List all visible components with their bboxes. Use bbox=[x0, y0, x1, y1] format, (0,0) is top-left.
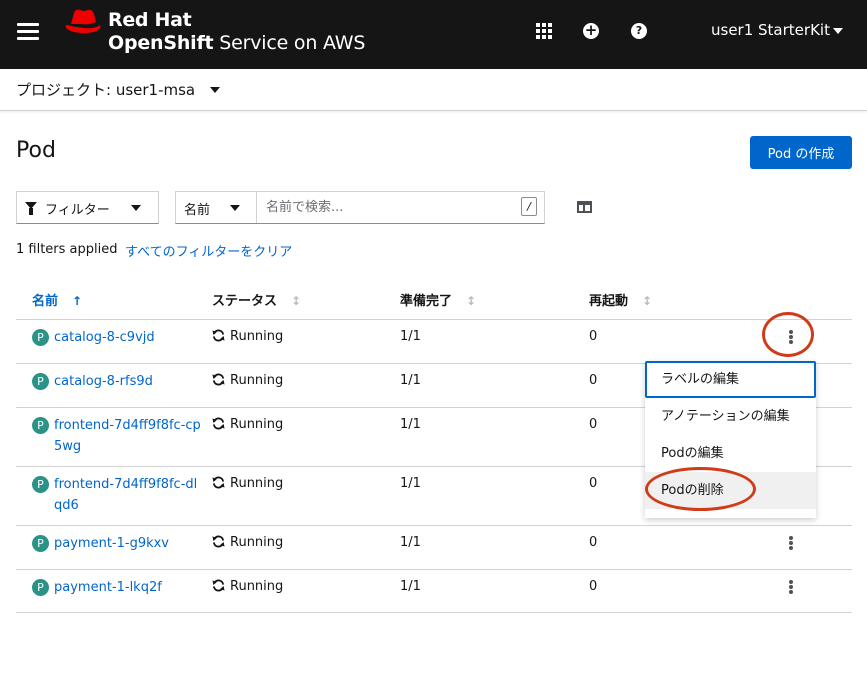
pod-name-link[interactable]: frontend-7d4ff9f8fc-cp5wg bbox=[54, 415, 204, 457]
hamburger-icon[interactable] bbox=[17, 21, 39, 41]
pod-status: Running bbox=[212, 476, 283, 491]
row-actions-menu: ラベルの編集 アノテーションの編集 Podの編集 Podの削除 bbox=[645, 361, 816, 518]
project-selector[interactable]: プロジェクト: user1-msa bbox=[16, 79, 195, 100]
pod-status-text: Running bbox=[230, 329, 284, 344]
create-pod-button[interactable]: Pod の作成 bbox=[750, 136, 852, 169]
sort-icon: ↕ bbox=[466, 294, 477, 308]
pod-ready: 1/1 bbox=[400, 329, 421, 344]
sync-icon bbox=[212, 476, 225, 489]
sync-icon bbox=[212, 373, 225, 386]
search-group: 名前 bbox=[175, 191, 545, 224]
pod-restarts: 0 bbox=[589, 535, 598, 550]
column-header-restarts[interactable]: 再起動 ↕ bbox=[589, 290, 652, 309]
menu-item-delete-pod[interactable]: Podの削除 bbox=[645, 472, 816, 509]
menu-item-edit-labels[interactable]: ラベルの編集 bbox=[645, 361, 816, 398]
clear-all-filters-link[interactable]: すべてのフィルターをクリア bbox=[125, 241, 292, 260]
manage-columns-icon[interactable] bbox=[577, 201, 592, 213]
user-menu[interactable]: user1 StarterKit bbox=[711, 21, 843, 39]
caret-down-icon[interactable] bbox=[210, 87, 220, 93]
pod-status-text: Running bbox=[230, 535, 284, 550]
pod-restarts: 0 bbox=[589, 476, 598, 491]
pod-name-link[interactable]: catalog-8-rfs9d bbox=[54, 371, 204, 392]
pod-ready: 1/1 bbox=[400, 579, 421, 594]
red-hat-logo bbox=[65, 9, 101, 33]
pod-status-text: Running bbox=[230, 417, 284, 432]
caret-down-icon bbox=[832, 27, 843, 34]
filter-dropdown[interactable]: フィルター bbox=[16, 191, 159, 224]
pod-ready: 1/1 bbox=[400, 535, 421, 550]
pod-resource-badge: P bbox=[32, 329, 49, 346]
user-name: user1 StarterKit bbox=[711, 21, 830, 39]
column-header-label: 名前 bbox=[32, 294, 59, 309]
kebab-menu-icon[interactable] bbox=[784, 327, 798, 347]
pod-status-text: Running bbox=[230, 579, 284, 594]
pod-resource-badge: P bbox=[32, 535, 49, 552]
pod-restarts: 0 bbox=[589, 417, 598, 432]
search-type-dropdown[interactable]: 名前 bbox=[176, 192, 257, 223]
kebab-menu-icon[interactable] bbox=[784, 533, 798, 553]
pod-name-link[interactable]: payment-1-lkq2f bbox=[54, 577, 204, 598]
brand-product-bold: OpenShift bbox=[108, 32, 214, 54]
caret-down-icon bbox=[230, 205, 240, 211]
pod-status: Running bbox=[212, 417, 283, 432]
sync-icon bbox=[212, 417, 225, 430]
sync-icon bbox=[212, 329, 225, 342]
sync-icon bbox=[212, 535, 225, 548]
row-divider bbox=[16, 319, 852, 320]
pod-resource-badge: P bbox=[32, 476, 49, 493]
masthead: Red Hat OpenShift Service on AWS + ? use… bbox=[0, 0, 867, 69]
pod-resource-badge: P bbox=[32, 579, 49, 596]
menu-item-edit-pod[interactable]: Podの編集 bbox=[645, 435, 816, 472]
sort-icon: ↕ bbox=[291, 294, 302, 308]
pod-name-link[interactable]: frontend-7d4ff9f8fc-dlqd6 bbox=[54, 474, 204, 516]
caret-down-icon bbox=[131, 205, 141, 211]
add-icon[interactable]: + bbox=[583, 23, 599, 39]
pod-restarts: 0 bbox=[589, 329, 598, 344]
pod-status: Running bbox=[212, 579, 283, 594]
kebab-menu-icon[interactable] bbox=[784, 577, 798, 597]
pod-ready: 1/1 bbox=[400, 417, 421, 432]
pod-resource-badge: P bbox=[32, 373, 49, 390]
sort-ascending-icon: ↑ bbox=[72, 294, 83, 308]
search-shortcut-hint: / bbox=[521, 197, 537, 216]
sync-icon bbox=[212, 579, 225, 592]
column-header-status[interactable]: ステータス ↕ bbox=[212, 290, 301, 309]
app-launcher-icon[interactable] bbox=[535, 22, 553, 40]
column-header-label: 準備完了 bbox=[400, 294, 453, 309]
pod-name-link[interactable]: catalog-8-c9vjd bbox=[54, 327, 204, 348]
pod-restarts: 0 bbox=[589, 373, 598, 388]
filter-icon bbox=[25, 202, 37, 215]
page-title: Pod bbox=[16, 138, 56, 163]
pod-status: Running bbox=[212, 329, 283, 344]
pod-name-link[interactable]: payment-1-g9kxv bbox=[54, 533, 204, 554]
search-type-label: 名前 bbox=[184, 203, 211, 218]
brand-product-rest: Service on AWS bbox=[213, 32, 366, 54]
project-bar: プロジェクト: user1-msa bbox=[0, 69, 867, 111]
column-header-label: 再起動 bbox=[589, 294, 629, 309]
row-divider bbox=[16, 612, 852, 613]
pod-status-text: Running bbox=[230, 373, 284, 388]
help-icon[interactable]: ? bbox=[631, 23, 647, 39]
brand-red-hat: Red Hat bbox=[108, 9, 192, 31]
row-divider bbox=[16, 525, 852, 526]
column-header-ready[interactable]: 準備完了 ↕ bbox=[400, 290, 476, 309]
row-divider bbox=[16, 569, 852, 570]
pod-ready: 1/1 bbox=[400, 373, 421, 388]
pod-status: Running bbox=[212, 373, 283, 388]
pod-status-text: Running bbox=[230, 476, 284, 491]
filters-applied-text: 1 filters applied bbox=[16, 242, 118, 257]
pod-ready: 1/1 bbox=[400, 476, 421, 491]
pod-restarts: 0 bbox=[589, 579, 598, 594]
pod-status: Running bbox=[212, 535, 283, 550]
filter-label: フィルター bbox=[45, 203, 110, 218]
menu-item-edit-annotations[interactable]: アノテーションの編集 bbox=[645, 398, 816, 435]
brand-product-name: OpenShift Service on AWS bbox=[108, 32, 365, 54]
pod-resource-badge: P bbox=[32, 417, 49, 434]
column-header-name[interactable]: 名前 ↑ bbox=[32, 290, 82, 309]
column-header-label: ステータス bbox=[212, 294, 278, 309]
search-input[interactable] bbox=[258, 192, 518, 223]
sort-icon: ↕ bbox=[642, 294, 653, 308]
